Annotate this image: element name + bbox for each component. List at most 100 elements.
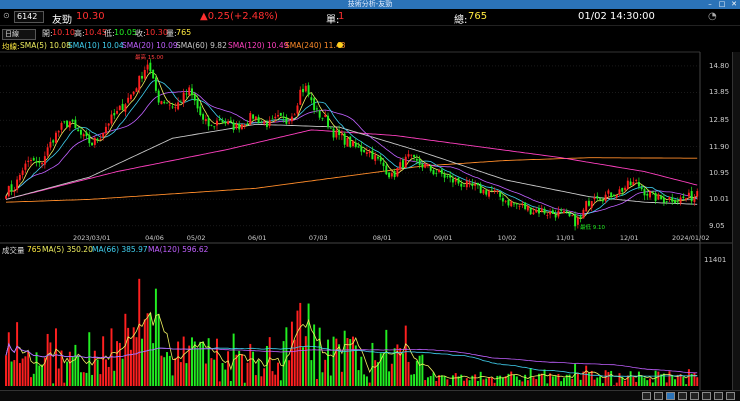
legend-dot-icon[interactable]	[337, 42, 343, 48]
volume-bar	[557, 373, 560, 386]
candle-body	[543, 208, 546, 214]
candle-body	[91, 142, 94, 146]
volume-bar	[543, 369, 546, 386]
volume-axis-max: 11401	[704, 256, 727, 264]
volume-bar	[21, 358, 24, 386]
candle-body	[465, 180, 468, 188]
volume-bar	[682, 376, 685, 386]
quote-bar: ⊙ 友勁 10.30 ▲0.25(+2.48%) 單: 1 總: 765 01/…	[0, 9, 740, 26]
price-volume-chart	[0, 51, 732, 390]
candle-body	[643, 189, 646, 196]
volume-bar	[607, 372, 610, 386]
crosshair-icon[interactable]	[678, 392, 687, 400]
candle-body	[649, 191, 652, 198]
candle-body	[438, 169, 441, 172]
candle-body	[493, 190, 496, 192]
date-axis-label: 12/01	[619, 234, 639, 242]
candle-body	[18, 174, 21, 181]
zoom-in-icon[interactable]	[690, 392, 699, 400]
volume-bar	[229, 381, 232, 386]
candle-body	[377, 156, 379, 159]
candle-body	[30, 160, 32, 162]
close-value: 10.30	[145, 28, 168, 37]
volume-bar	[5, 355, 7, 386]
volume-bar	[365, 376, 368, 386]
stock-change: ▲0.25(+2.48%)	[200, 11, 278, 22]
candle-body	[138, 75, 141, 91]
scroll-left-icon[interactable]	[714, 392, 723, 400]
candle-body	[579, 216, 582, 218]
volume-legend-value: 765	[27, 245, 42, 254]
candle-body	[593, 197, 596, 200]
cursor-icon[interactable]	[666, 392, 675, 400]
candle-body	[63, 121, 66, 123]
volume-bar	[504, 376, 507, 386]
candle-body	[646, 193, 649, 196]
volume-bar	[349, 339, 352, 386]
candle-body	[360, 146, 363, 152]
volume-bar	[596, 377, 599, 386]
volume-bar	[432, 372, 435, 386]
zoom-out-icon[interactable]	[702, 392, 711, 400]
volume-bar	[182, 336, 185, 386]
period-select[interactable]: 日線	[2, 29, 36, 40]
candle-body	[282, 116, 285, 119]
total-label: 總:	[454, 15, 468, 26]
print-icon[interactable]	[642, 392, 651, 400]
volume-legend: 成交量 765 MA(5) 350.20 MA(66) 385.97 MA(12…	[0, 245, 700, 255]
volume-bar	[449, 384, 452, 386]
volume-bar	[257, 360, 260, 386]
candle-body	[285, 117, 288, 124]
scroll-right-icon[interactable]	[726, 392, 735, 400]
candle-body	[93, 137, 96, 145]
volume-bar	[179, 362, 182, 386]
volume-bar	[660, 374, 663, 386]
volume-bar	[676, 374, 679, 386]
candle-body	[488, 191, 490, 197]
volume-bar	[390, 363, 393, 386]
volume-bar	[662, 373, 665, 386]
candle-body	[141, 75, 143, 79]
candle-body	[460, 183, 463, 187]
date-axis-label: 2023/03/01	[72, 234, 111, 242]
candle-body	[582, 209, 585, 219]
volume-bar	[637, 371, 640, 386]
volume-bar	[35, 352, 38, 386]
volume-bar	[426, 377, 429, 386]
volume-bar	[88, 332, 91, 386]
candle-body	[532, 212, 535, 215]
candle-body	[404, 156, 407, 168]
candle-body	[168, 104, 171, 106]
volume-bar	[368, 382, 371, 386]
candle-body	[88, 134, 91, 144]
quote-datetime: 01/02 14:30:00	[578, 11, 655, 22]
volume-bar	[354, 345, 357, 386]
candle-body	[440, 169, 443, 174]
volume-bar	[279, 380, 282, 386]
candle-body	[352, 141, 354, 147]
close-icon[interactable]: ✕	[728, 0, 740, 9]
volume-bar	[632, 376, 635, 386]
sma60-line	[5, 123, 698, 205]
candle-body	[188, 87, 191, 95]
volume-bar	[207, 338, 210, 386]
volume-bar	[71, 357, 74, 386]
candle-body	[685, 198, 688, 200]
sma240-line	[5, 157, 698, 203]
save-icon[interactable]	[654, 392, 663, 400]
stock-code-input[interactable]: 6142	[14, 11, 44, 23]
candle-body	[21, 170, 24, 176]
maximize-icon[interactable]: □	[716, 0, 728, 9]
volume-bar	[524, 374, 527, 386]
candle-body	[557, 210, 560, 217]
candle-body	[177, 102, 180, 110]
right-scrollbar[interactable]	[732, 52, 740, 390]
volume-bar	[590, 370, 593, 386]
volume-bar	[399, 348, 402, 386]
minimize-icon[interactable]: –	[704, 0, 716, 9]
candle-body	[196, 99, 199, 109]
settings-icon[interactable]: ⊙	[3, 11, 10, 20]
volume-bar	[318, 327, 321, 386]
bell-icon[interactable]: ◔	[708, 11, 717, 22]
volume-bar	[149, 313, 152, 386]
